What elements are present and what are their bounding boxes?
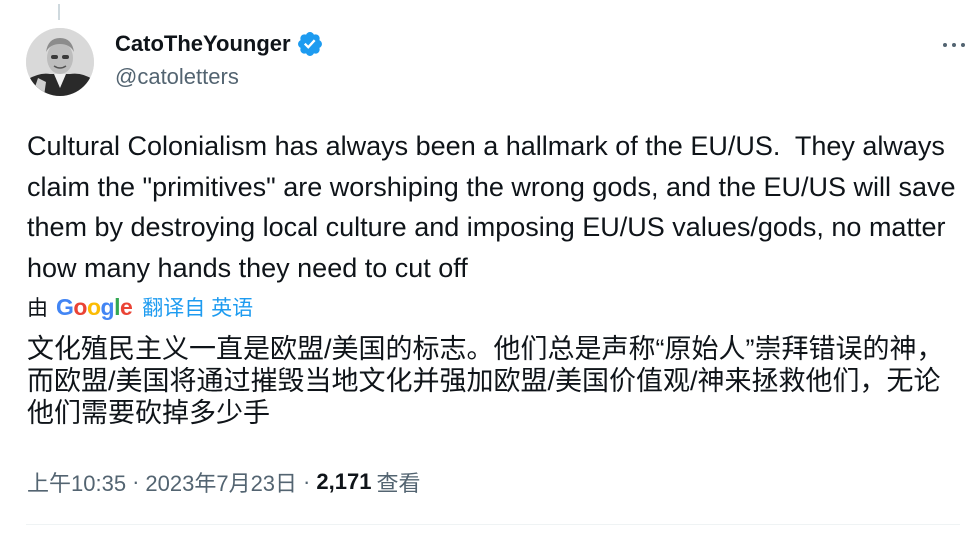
translated-tweet-text: 文化殖民主义一直是欧盟/美国的标志。他们总是声称“原始人”崇拜错误的神，而欧盟/…	[27, 334, 944, 428]
thread-connector-line	[58, 4, 60, 20]
tweet-metadata: 上午10:35 · 2023年7月23日 · 2,171 查看	[27, 466, 420, 498]
more-options-button[interactable]	[936, 33, 972, 57]
avatar[interactable]	[26, 28, 94, 96]
views-count: 2,171	[316, 469, 372, 494]
tweet-time[interactable]: 上午10:35	[27, 466, 126, 498]
author-name-row: CatoTheYounger	[115, 30, 324, 58]
author-display-name[interactable]: CatoTheYounger	[115, 31, 291, 57]
meta-separator: ·	[303, 469, 311, 494]
avatar-photo	[26, 28, 94, 96]
views-label: 查看	[376, 471, 421, 496]
meta-separator: ·	[132, 469, 140, 494]
translation-by-prefix: 由	[27, 297, 48, 320]
author-handle[interactable]: @catoletters	[115, 64, 239, 90]
google-logo: Google	[56, 293, 133, 320]
tweet-text: Cultural Colonialism has always been a h…	[27, 131, 964, 283]
divider	[26, 524, 960, 525]
translation-attribution: 由 Google 翻译自 英语	[27, 292, 253, 322]
more-options-icon	[943, 43, 947, 47]
verified-badge-icon	[296, 30, 324, 58]
tweet-date[interactable]: 2023年7月23日	[145, 466, 297, 498]
translated-from-english-link[interactable]: 翻译自 英语	[142, 292, 253, 322]
